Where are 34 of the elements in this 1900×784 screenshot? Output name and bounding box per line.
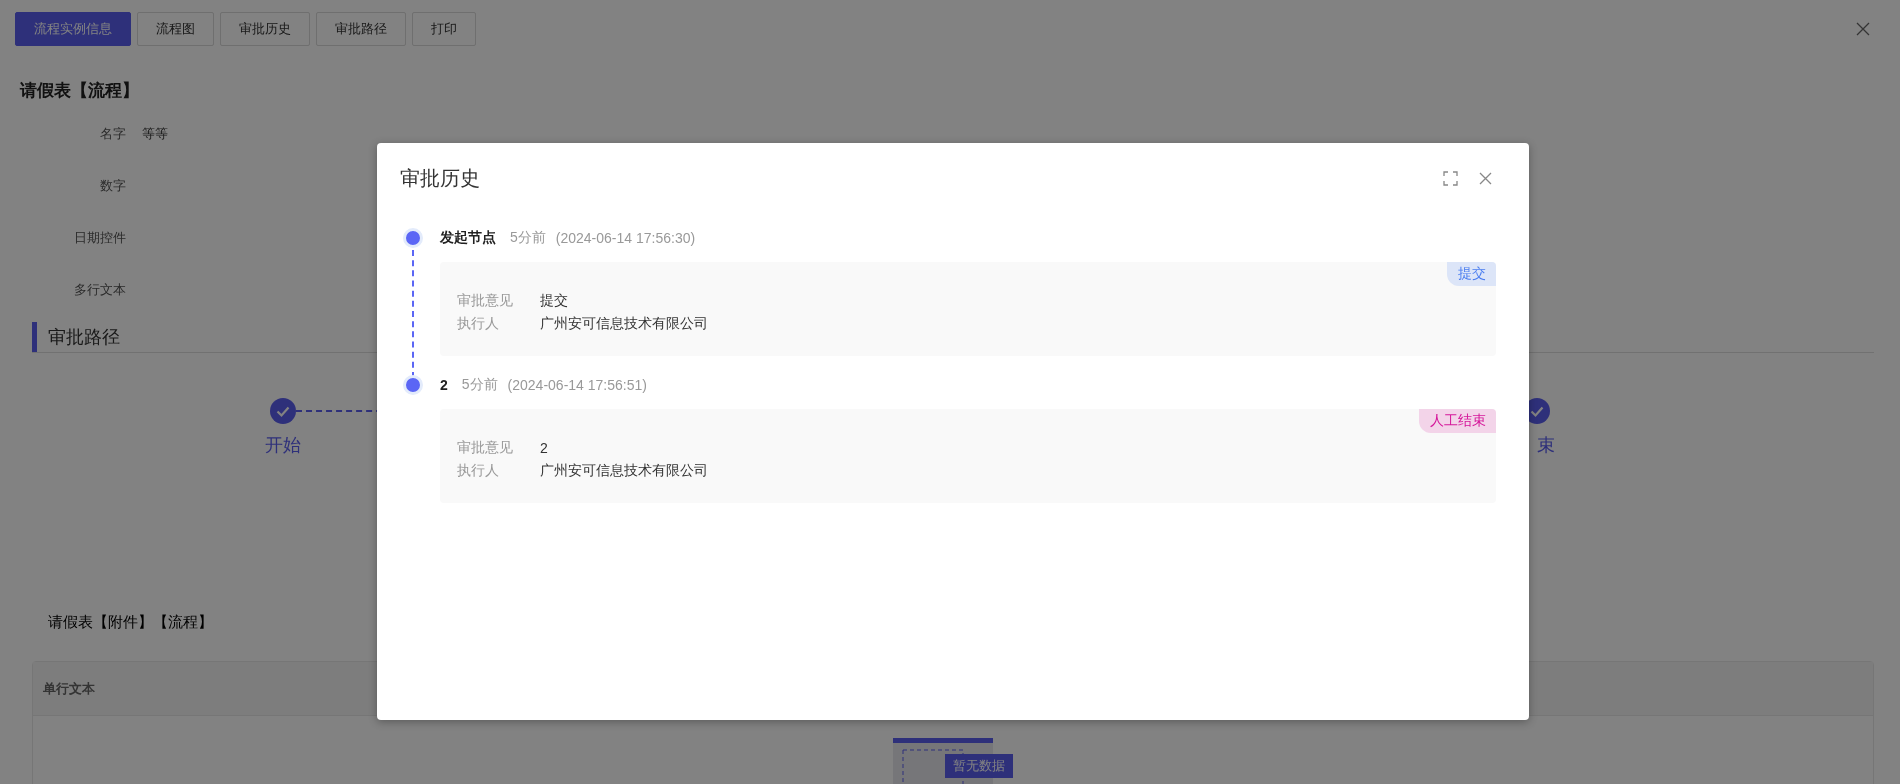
field-label: 日期控件 bbox=[73, 229, 126, 247]
status-tag: 人工结束 bbox=[1419, 409, 1496, 433]
table-title: 请假表【附件】【流程】 bbox=[48, 612, 213, 632]
tab-button[interactable]: 流程实例信息 bbox=[15, 12, 131, 46]
field-label: 审批意见 bbox=[457, 438, 514, 457]
field-label: 多行文本 bbox=[73, 281, 126, 299]
field-label: 数字 bbox=[99, 177, 126, 195]
step-label: 束 bbox=[1537, 434, 1555, 457]
relative-time: 5分前 bbox=[461, 376, 498, 394]
relative-time: 5分前 bbox=[510, 229, 546, 247]
tab-button[interactable]: 流程图 bbox=[137, 12, 214, 46]
dialog-title: 审批历史 bbox=[400, 165, 481, 191]
field-label: 执行人 bbox=[457, 314, 500, 333]
timestamp: (2024-06-14 17:56:51) bbox=[507, 377, 647, 393]
tab-button[interactable]: 审批历史 bbox=[220, 12, 310, 46]
step-label: 开始 bbox=[265, 434, 301, 457]
field-label: 审批意见 bbox=[457, 291, 514, 310]
node-name: 2 bbox=[440, 377, 448, 393]
field-value: 等等 bbox=[142, 125, 168, 143]
field-value: 提交 bbox=[540, 291, 568, 310]
tab-button[interactable]: 打印 bbox=[412, 12, 476, 46]
column-header: 单行文本 bbox=[42, 679, 95, 698]
tab-button[interactable]: 审批路径 bbox=[316, 12, 406, 46]
field-value: 广州安可信息技术有限公司 bbox=[540, 314, 708, 333]
section-title: 审批路径 bbox=[48, 326, 120, 349]
timestamp: (2024-06-14 17:56:30) bbox=[555, 230, 696, 246]
field-label: 名字 bbox=[99, 125, 126, 143]
form-title: 请假表【流程】 bbox=[20, 80, 139, 102]
field-value: 广州安可信息技术有限公司 bbox=[540, 461, 708, 480]
empty-text: 暂无数据 bbox=[945, 754, 1013, 778]
field-label: 执行人 bbox=[457, 461, 500, 480]
field-value: 2 bbox=[540, 439, 548, 456]
node-name: 发起节点 bbox=[440, 229, 496, 247]
status-tag: 提交 bbox=[1447, 262, 1496, 286]
